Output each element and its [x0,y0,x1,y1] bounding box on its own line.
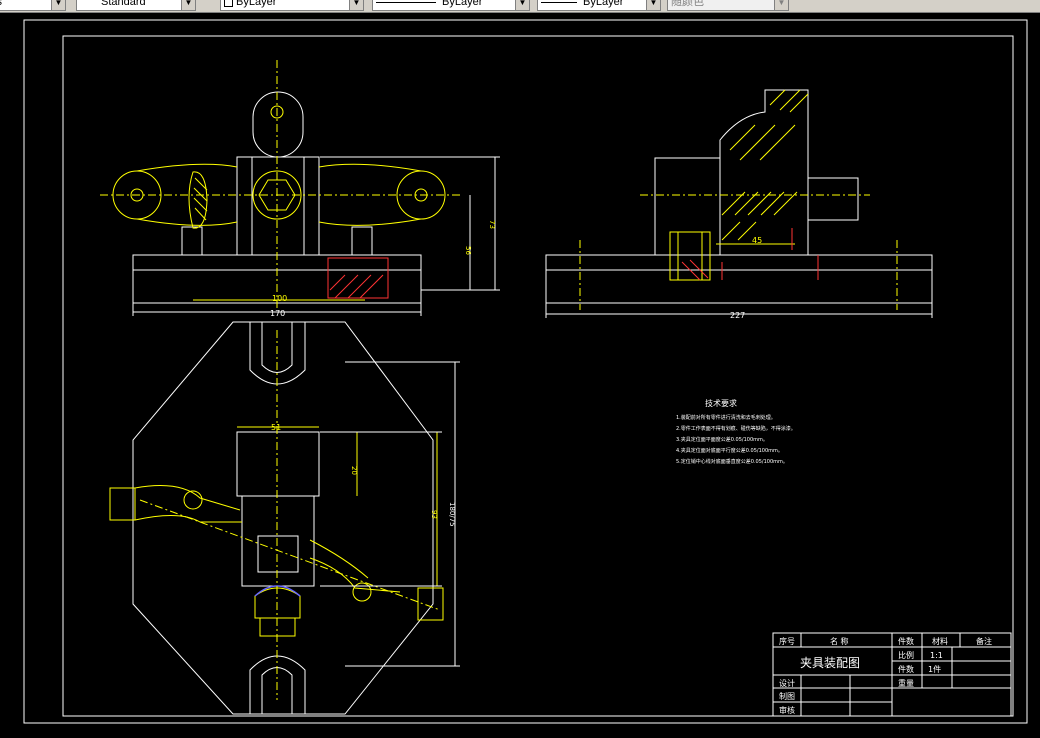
cad-drawing: 100 170 56 73 45 227 51 20 93 180/75 技术要… [23,19,1028,724]
linetype-value: ByLayer [442,0,483,8]
chevron-down-icon: ▼ [774,0,788,10]
dim-plan-v2: 180/75 [448,502,456,527]
chevron-down-icon: ▼ [646,0,660,10]
plot-style-value: 随颜色 [671,0,704,8]
dim-plan-v1: 93 [430,510,438,519]
front-view: 100 170 56 73 [100,60,500,318]
tech-note-line: 5.定位销中心线对底面垂直度公差0.05/100mm。 [676,458,788,465]
tech-note-line: 2.零件工作表面不得有划痕、碰伤等缺陷，不得涂漆。 [676,425,796,432]
dim-top-h1: 56 [464,246,472,255]
tb-scale-label: 比例 [898,650,914,660]
plan-view: 51 20 93 180/75 [109,321,460,715]
line-sample-icon [376,1,436,3]
tb-drawing-name: 夹具装配图 [800,656,860,670]
tb-header-name: 名 称 [830,636,849,646]
chevron-down-icon: ▼ [349,0,363,10]
sheet-border-outer [23,19,1028,724]
tb-drafter-label: 制图 [779,691,795,701]
chevron-down-icon: ▼ [515,0,529,10]
text-style-prefix-dropdown[interactable]: ls ▼ [0,0,66,11]
dim-plan-height: 20 [350,466,358,475]
tb-header-seq: 序号 [779,636,795,646]
text-style-prefix-value: ls [0,0,2,8]
text-style-dropdown[interactable]: Standard ▼ [76,0,196,11]
tb-weight-label: 重量 [898,678,914,688]
line-sample-icon [541,1,577,3]
chevron-down-icon: ▼ [181,0,195,10]
dim-side-length: 227 [730,311,745,320]
linetype-dropdown[interactable]: ByLayer ▼ [372,0,530,11]
tb-header-material: 材料 [932,636,948,646]
tb-header-remark: 备注 [976,636,992,646]
plot-style-dropdown[interactable]: 随颜色 ▼ [667,0,789,11]
tb-scale-value: 1:1 [930,651,943,660]
tech-note-line: 3.夹具定位面平面度公差0.05/100mm。 [676,436,768,443]
lineweight-value: ByLayer [583,0,624,8]
dim-top-width: 170 [270,309,285,318]
tb-header-qty: 件数 [898,636,914,646]
sheet-border-inner [62,35,1014,717]
lineweight-dropdown[interactable]: ByLayer ▼ [537,0,661,11]
dim-side-short: 45 [752,236,762,245]
drawing-canvas[interactable]: 100 170 56 73 45 227 51 20 93 180/75 技术要… [0,13,1040,738]
toolbar: ls ▼ Standard ▼ ByLayer ▼ ByLayer ▼ ByLayer ▼… [0,0,1040,13]
tb-pieces-label: 件数 [898,664,914,674]
chevron-down-icon: ▼ [51,0,65,10]
tech-note-line: 1.装配前对所有零件进行清洗和去毛刺处理。 [676,414,776,421]
title-block: 序号 名 称 件数 材料 备注 夹具装配图 比例 1:1 件数 1件 重量 设计… [772,632,1012,717]
technical-requirements: 技术要求 1.装配前对所有零件进行清洗和去毛刺处理。 2.零件工作表面不得有划痕… [676,398,796,465]
tb-check-label: 审核 [779,705,795,715]
dim-top-inner: 100 [272,294,287,303]
tb-design-label: 设计 [779,678,795,688]
dim-plan-width: 51 [271,423,281,432]
text-style-value: Standard [101,0,146,8]
tech-notes-title: 技术要求 [705,398,737,408]
layer-value: ByLayer [236,0,277,8]
color-swatch-icon [224,0,233,7]
side-view: 45 227 [545,89,933,320]
dim-top-h2: 73 [488,220,496,229]
tech-note-line: 4.夹具定位面对底面平行度公差0.05/100mm。 [676,447,783,454]
tb-pieces-value: 1件 [928,664,941,674]
layer-dropdown[interactable]: ByLayer ▼ [220,0,364,11]
